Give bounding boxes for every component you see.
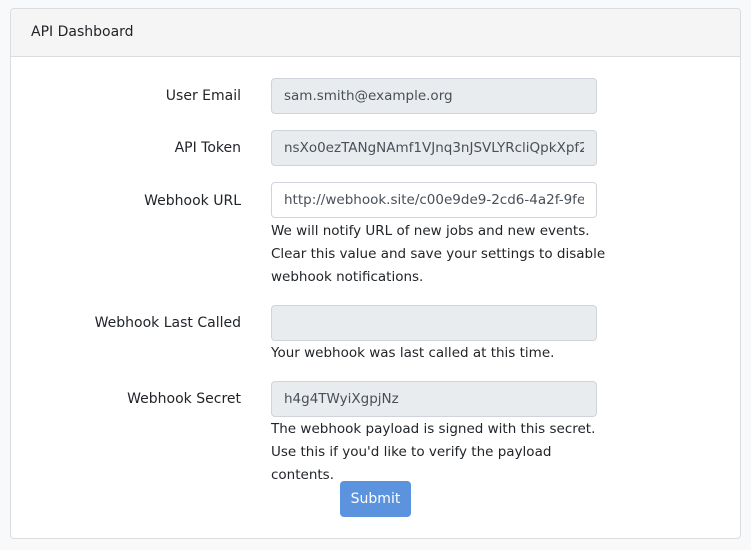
- webhook-secret-label: Webhook Secret: [127, 391, 241, 407]
- webhook-url-help: We will notify URL of new jobs and new e…: [271, 220, 611, 289]
- help-line: webhook notifications.: [271, 269, 424, 285]
- webhook-secret-field[interactable]: [271, 381, 597, 417]
- webhook-last-called-label: Webhook Last Called: [94, 315, 241, 331]
- webhook-last-called-help: Your webhook was last called at this tim…: [271, 345, 555, 361]
- help-line: Use this if you'd like to verify the pay…: [271, 444, 552, 483]
- webhook-url-input[interactable]: [271, 182, 597, 218]
- help-line: We will notify URL of new jobs and new e…: [271, 223, 590, 239]
- user-email-field[interactable]: [271, 78, 597, 114]
- submit-button[interactable]: Submit: [340, 481, 411, 517]
- help-line: Clear this value and save your settings …: [271, 246, 606, 262]
- card-header: API Dashboard: [11, 9, 740, 57]
- help-line: The webhook payload is signed with this …: [271, 421, 596, 437]
- api-token-label: API Token: [174, 140, 241, 156]
- webhook-secret-help: The webhook payload is signed with this …: [271, 418, 611, 487]
- webhook-last-called-field[interactable]: [271, 305, 597, 341]
- api-token-field[interactable]: [271, 130, 597, 166]
- webhook-url-label: Webhook URL: [144, 193, 241, 209]
- user-email-label: User Email: [165, 88, 241, 104]
- api-dashboard-card: API Dashboard User Email API Token Webho…: [10, 8, 741, 539]
